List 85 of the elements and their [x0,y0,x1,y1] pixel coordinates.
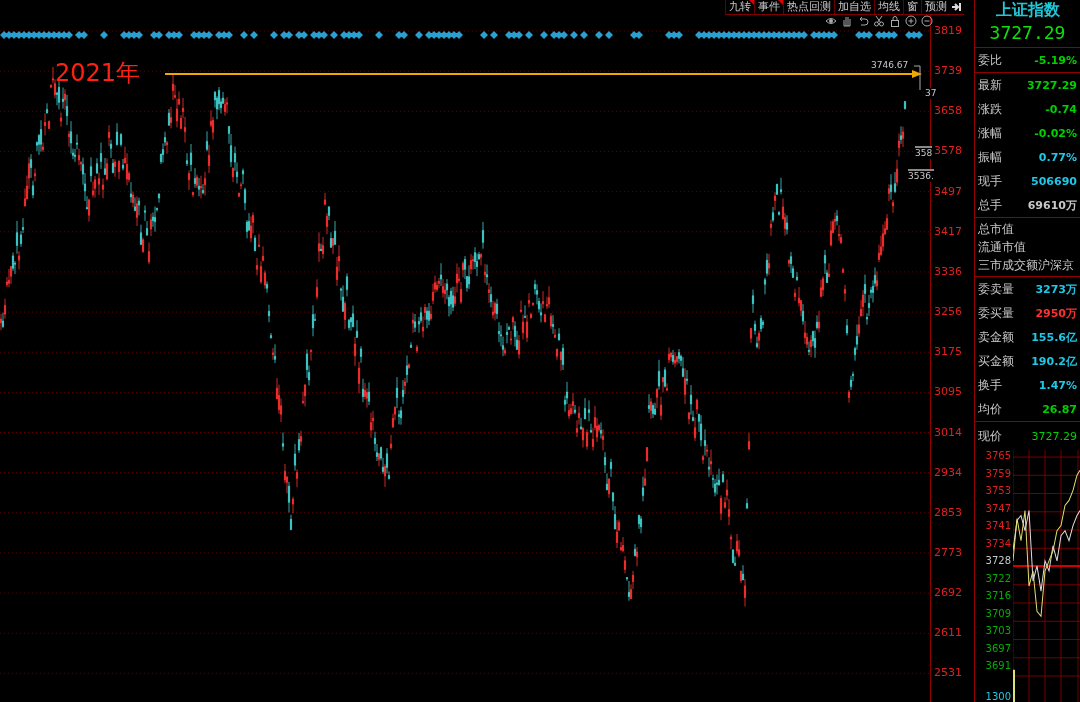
field-label: 委卖量 [978,280,1014,298]
axis-label: 3095 [934,385,962,399]
axis-label: 2773 [934,545,962,559]
toolbar-tab[interactable]: 均线 [874,0,903,14]
field-value: 155.6亿 [1031,329,1077,345]
index-price: 3727.29 [988,22,1067,45]
field-value: 506690 [1031,174,1077,188]
toolbar-tab[interactable]: 事件 [754,0,783,14]
field-label: 最新 [978,76,1002,94]
axis-label: 2934 [934,465,962,479]
toolbar-tab[interactable]: 预测 [921,0,950,14]
zoom-in-icon[interactable] [905,15,917,27]
axis-label: 1300 [985,691,1011,702]
eye-icon[interactable] [825,15,837,27]
price-tag: 3746.67 [871,60,909,71]
axis-label: 2853 [934,505,962,519]
expand-icon[interactable] [950,0,964,14]
field-value: 3727.29 [1031,429,1077,443]
axis-label: 3658 [934,104,962,118]
axis-label: 3703 [985,625,1011,636]
chart-annotation: 2021年 [55,58,141,89]
field-value: -0.74 [1045,102,1077,116]
leader-line [913,65,921,91]
axis-label: 3753 [985,485,1011,496]
scissors-icon[interactable] [873,15,885,27]
field-label: 换手 [978,376,1002,394]
index-title: 上证指数 [994,0,1061,21]
field-label: 委买量 [978,304,1014,322]
price-tag: 358 [915,146,933,159]
axis-label: 3759 [985,467,1011,479]
field-value: 0.77% [1038,150,1077,164]
axis-label: 3728 [985,555,1011,566]
axis-label: 3336 [934,264,962,278]
axis-label: 3739 [934,64,962,78]
toolbar-tab[interactable]: 加自选 [834,0,874,14]
axis-label: 3716 [985,590,1011,601]
axis-label: 3578 [934,144,962,158]
axis-label: 3765 [985,450,1011,461]
field-label: 现价 [978,427,1002,445]
axis-label: 3417 [934,224,962,238]
field-label: 三市成交额沪深京 [978,257,1075,274]
field-value: -5.19% [1034,53,1077,67]
field-value: 3273万 [1035,281,1077,297]
field-label: 涨跌 [978,100,1002,118]
price-tag: 3536. [908,169,934,182]
field-value: 3727.29 [1026,78,1077,92]
toolbar-tab[interactable]: 热点回测 [783,0,834,14]
axis-label: 3722 [985,572,1011,584]
field-label: 涨幅 [978,124,1002,142]
axis-label: 3734 [985,537,1011,549]
field-value: 69610万 [1027,197,1077,213]
axis-label: 3256 [934,305,962,319]
axis-label: 3819 [934,24,962,37]
field-label: 流通市值 [978,239,1027,256]
lock-icon[interactable] [889,15,901,27]
axis-label: 3691 [985,660,1011,671]
axis-label: 3014 [934,425,962,439]
field-label: 买金额 [978,352,1014,370]
axis-label: 2611 [934,626,962,640]
axis-label: 3175 [934,345,962,359]
axis-label: 2531 [934,666,962,680]
field-label: 现手 [978,172,1002,190]
field-value: 26.87 [1042,402,1077,416]
axis-label: 3709 [985,607,1011,619]
undo-icon[interactable] [857,15,869,27]
axis-label: 2692 [934,586,962,600]
field-label: 委比 [978,51,1002,69]
field-label: 卖金额 [978,328,1014,346]
field-label: 总市值 [978,221,1015,238]
field-value: -0.02% [1034,126,1077,140]
axis-label: 3747 [985,502,1011,514]
field-value: 190.2亿 [1031,353,1077,369]
toolbar-tab[interactable]: 窗 [903,0,921,14]
field-value: 1.47% [1038,378,1077,392]
field-label: 振幅 [978,148,1002,166]
field-label: 总手 [978,196,1002,214]
zoom-out-icon[interactable] [921,15,933,27]
axis-label: 3497 [934,184,962,198]
toolbar-tab[interactable]: 九转 [725,0,754,14]
field-value: 2950万 [1035,305,1077,321]
axis-label: 3741 [985,520,1011,531]
axis-label: 3697 [985,642,1011,654]
price-tag: 37 [925,88,937,99]
hand-icon[interactable] [841,15,853,27]
field-label: 均价 [978,400,1002,418]
